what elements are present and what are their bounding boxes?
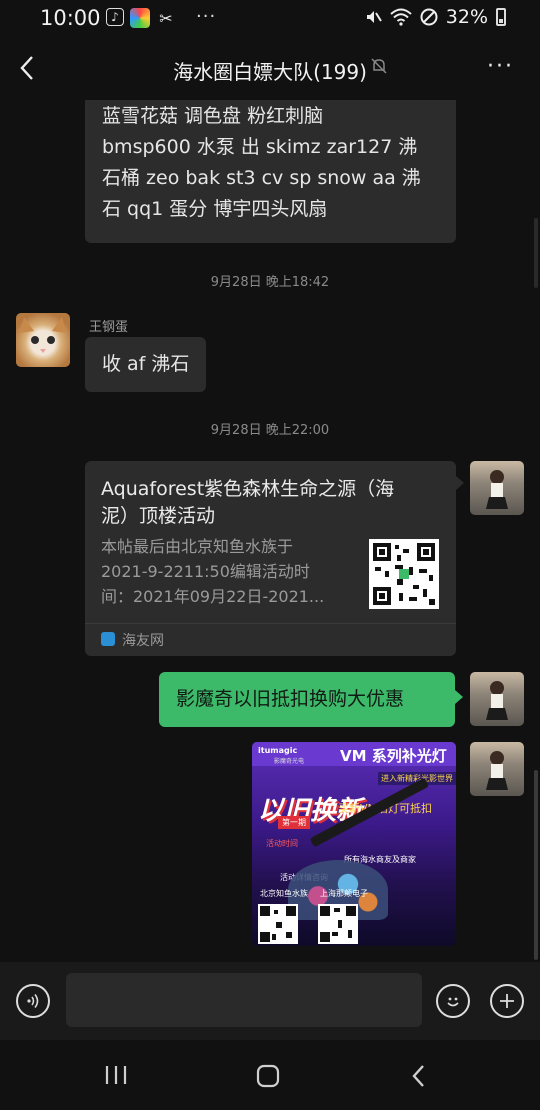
person-photo-icon (486, 681, 508, 720)
message-line: 石桶 zeo bak st3 cv sp snow aa 沸 (102, 167, 421, 189)
message-line: 石 qq1 蛋分 博宇四头风扇 (102, 198, 328, 220)
card-desc-line: 2021-9-2211:50编辑活动时 (101, 562, 310, 581)
card-desc-line: 间：2021年09月22日-2021... (101, 587, 325, 606)
card-title-line: Aquaforest紫色森林生命之源（海 (101, 478, 395, 500)
qr-code-icon (260, 906, 296, 942)
plus-icon (500, 994, 514, 1008)
poster-shop-2: 上海那颠电子 (320, 889, 368, 898)
capcut-icon: ✂ (159, 8, 173, 28)
message-line: bmsp600 水泵 出 skimz zar127 沸 (102, 136, 418, 158)
message-text: 收 af 沸石 (102, 353, 190, 375)
battery-percent: 32% (445, 6, 488, 28)
nav-back-icon[interactable] (410, 1063, 428, 1089)
muted-bell-icon (371, 58, 387, 74)
qr-code-icon (373, 543, 435, 605)
voice-input-button[interactable] (16, 984, 50, 1018)
timestamp: 9月28日 晚上18:42 (210, 275, 330, 290)
more-notifications-icon: ··· (196, 6, 217, 27)
card-source: 海友网 (122, 633, 164, 649)
sender-name: 王钢蛋 (89, 320, 129, 335)
timestamp: 9月28日 晚上22:00 (210, 423, 330, 438)
poster-qr-2 (318, 904, 358, 944)
emoji-button[interactable] (436, 984, 470, 1018)
status-bar: 10:00 ♪ ✂ ··· 32% (0, 0, 540, 38)
poster-date: 活动时间 (266, 839, 298, 848)
link-card[interactable]: Aquaforest紫色森林生命之源（海 泥）顶楼活动 本帖最后由北京知鱼水族于… (85, 461, 456, 656)
card-divider (85, 623, 456, 624)
avatar-self[interactable] (470, 742, 524, 796)
mute-icon (366, 11, 382, 23)
cat-face-icon (20, 317, 66, 353)
message-input[interactable] (66, 973, 422, 1027)
tiktok-icon: ♪ (106, 8, 124, 26)
person-photo-icon (486, 470, 508, 509)
voice-icon (27, 994, 39, 1008)
home-icon[interactable] (255, 1063, 281, 1089)
smiley-icon (447, 997, 459, 1007)
input-bar (0, 962, 540, 1040)
avatar-cat[interactable] (16, 313, 70, 367)
photos-icon (130, 8, 150, 28)
bubble-tail (456, 476, 464, 490)
chat-title: 海水圈白嫖大队(199) (173, 60, 367, 84)
poster-headline: VM 系列补光灯 (340, 747, 447, 765)
add-attachment-button[interactable] (490, 984, 524, 1018)
wifi-icon (390, 8, 412, 26)
message-line: 蓝雪花菇 调色盘 粉红刺脑 (102, 105, 324, 127)
qr-code-icon (320, 906, 356, 942)
message-text: 影魔奇以旧抵扣换购大优惠 (176, 688, 405, 710)
notification-icons: ♪ ✂ (106, 8, 176, 28)
card-desc-line: 本帖最后由北京知鱼水族于 (101, 537, 294, 556)
poster-brand: itumagic (258, 746, 298, 755)
message-bubble-text[interactable]: 收 af 沸石 (85, 337, 207, 392)
do-not-disturb-icon (420, 8, 438, 26)
chat-header: 海水圈白嫖大队(199) ··· (0, 38, 540, 100)
qr-code-thumbnail (369, 539, 439, 609)
person-photo-icon (486, 751, 508, 790)
poster-shop-1: 北京知鱼水族 (260, 889, 308, 898)
poster-tag: 第一期 (278, 816, 310, 829)
source-logo-icon (101, 632, 115, 646)
poster-brand-sub: 影魔奇光电 (274, 758, 305, 765)
avatar-self[interactable] (470, 672, 524, 726)
status-time: 10:00 (40, 6, 101, 30)
system-nav-bar (0, 1040, 540, 1110)
bubble-tail (455, 690, 463, 704)
image-message-poster[interactable]: itumagic 影魔奇光电 VM 系列补光灯 进入新精彩光影世界 以旧换新 第… (252, 742, 456, 946)
battery-icon (496, 8, 506, 26)
message-bubble-text[interactable]: 蓝雪花菇 调色盘 粉红刺脑 bmsp600 水泵 出 skimz zar127 … (85, 100, 456, 243)
system-icons: 32% (364, 6, 506, 28)
more-options-icon[interactable]: ··· (487, 54, 514, 79)
card-title-line: 泥）顶楼活动 (101, 505, 216, 527)
recent-apps-icon[interactable] (104, 1064, 128, 1086)
message-bubble-text-self[interactable]: 影魔奇以旧抵扣换购大优惠 (159, 672, 455, 727)
scrollbar[interactable] (534, 770, 538, 960)
scroll-indicator-top (534, 218, 538, 288)
avatar-self[interactable] (470, 461, 524, 515)
poster-qr-1 (258, 904, 298, 944)
